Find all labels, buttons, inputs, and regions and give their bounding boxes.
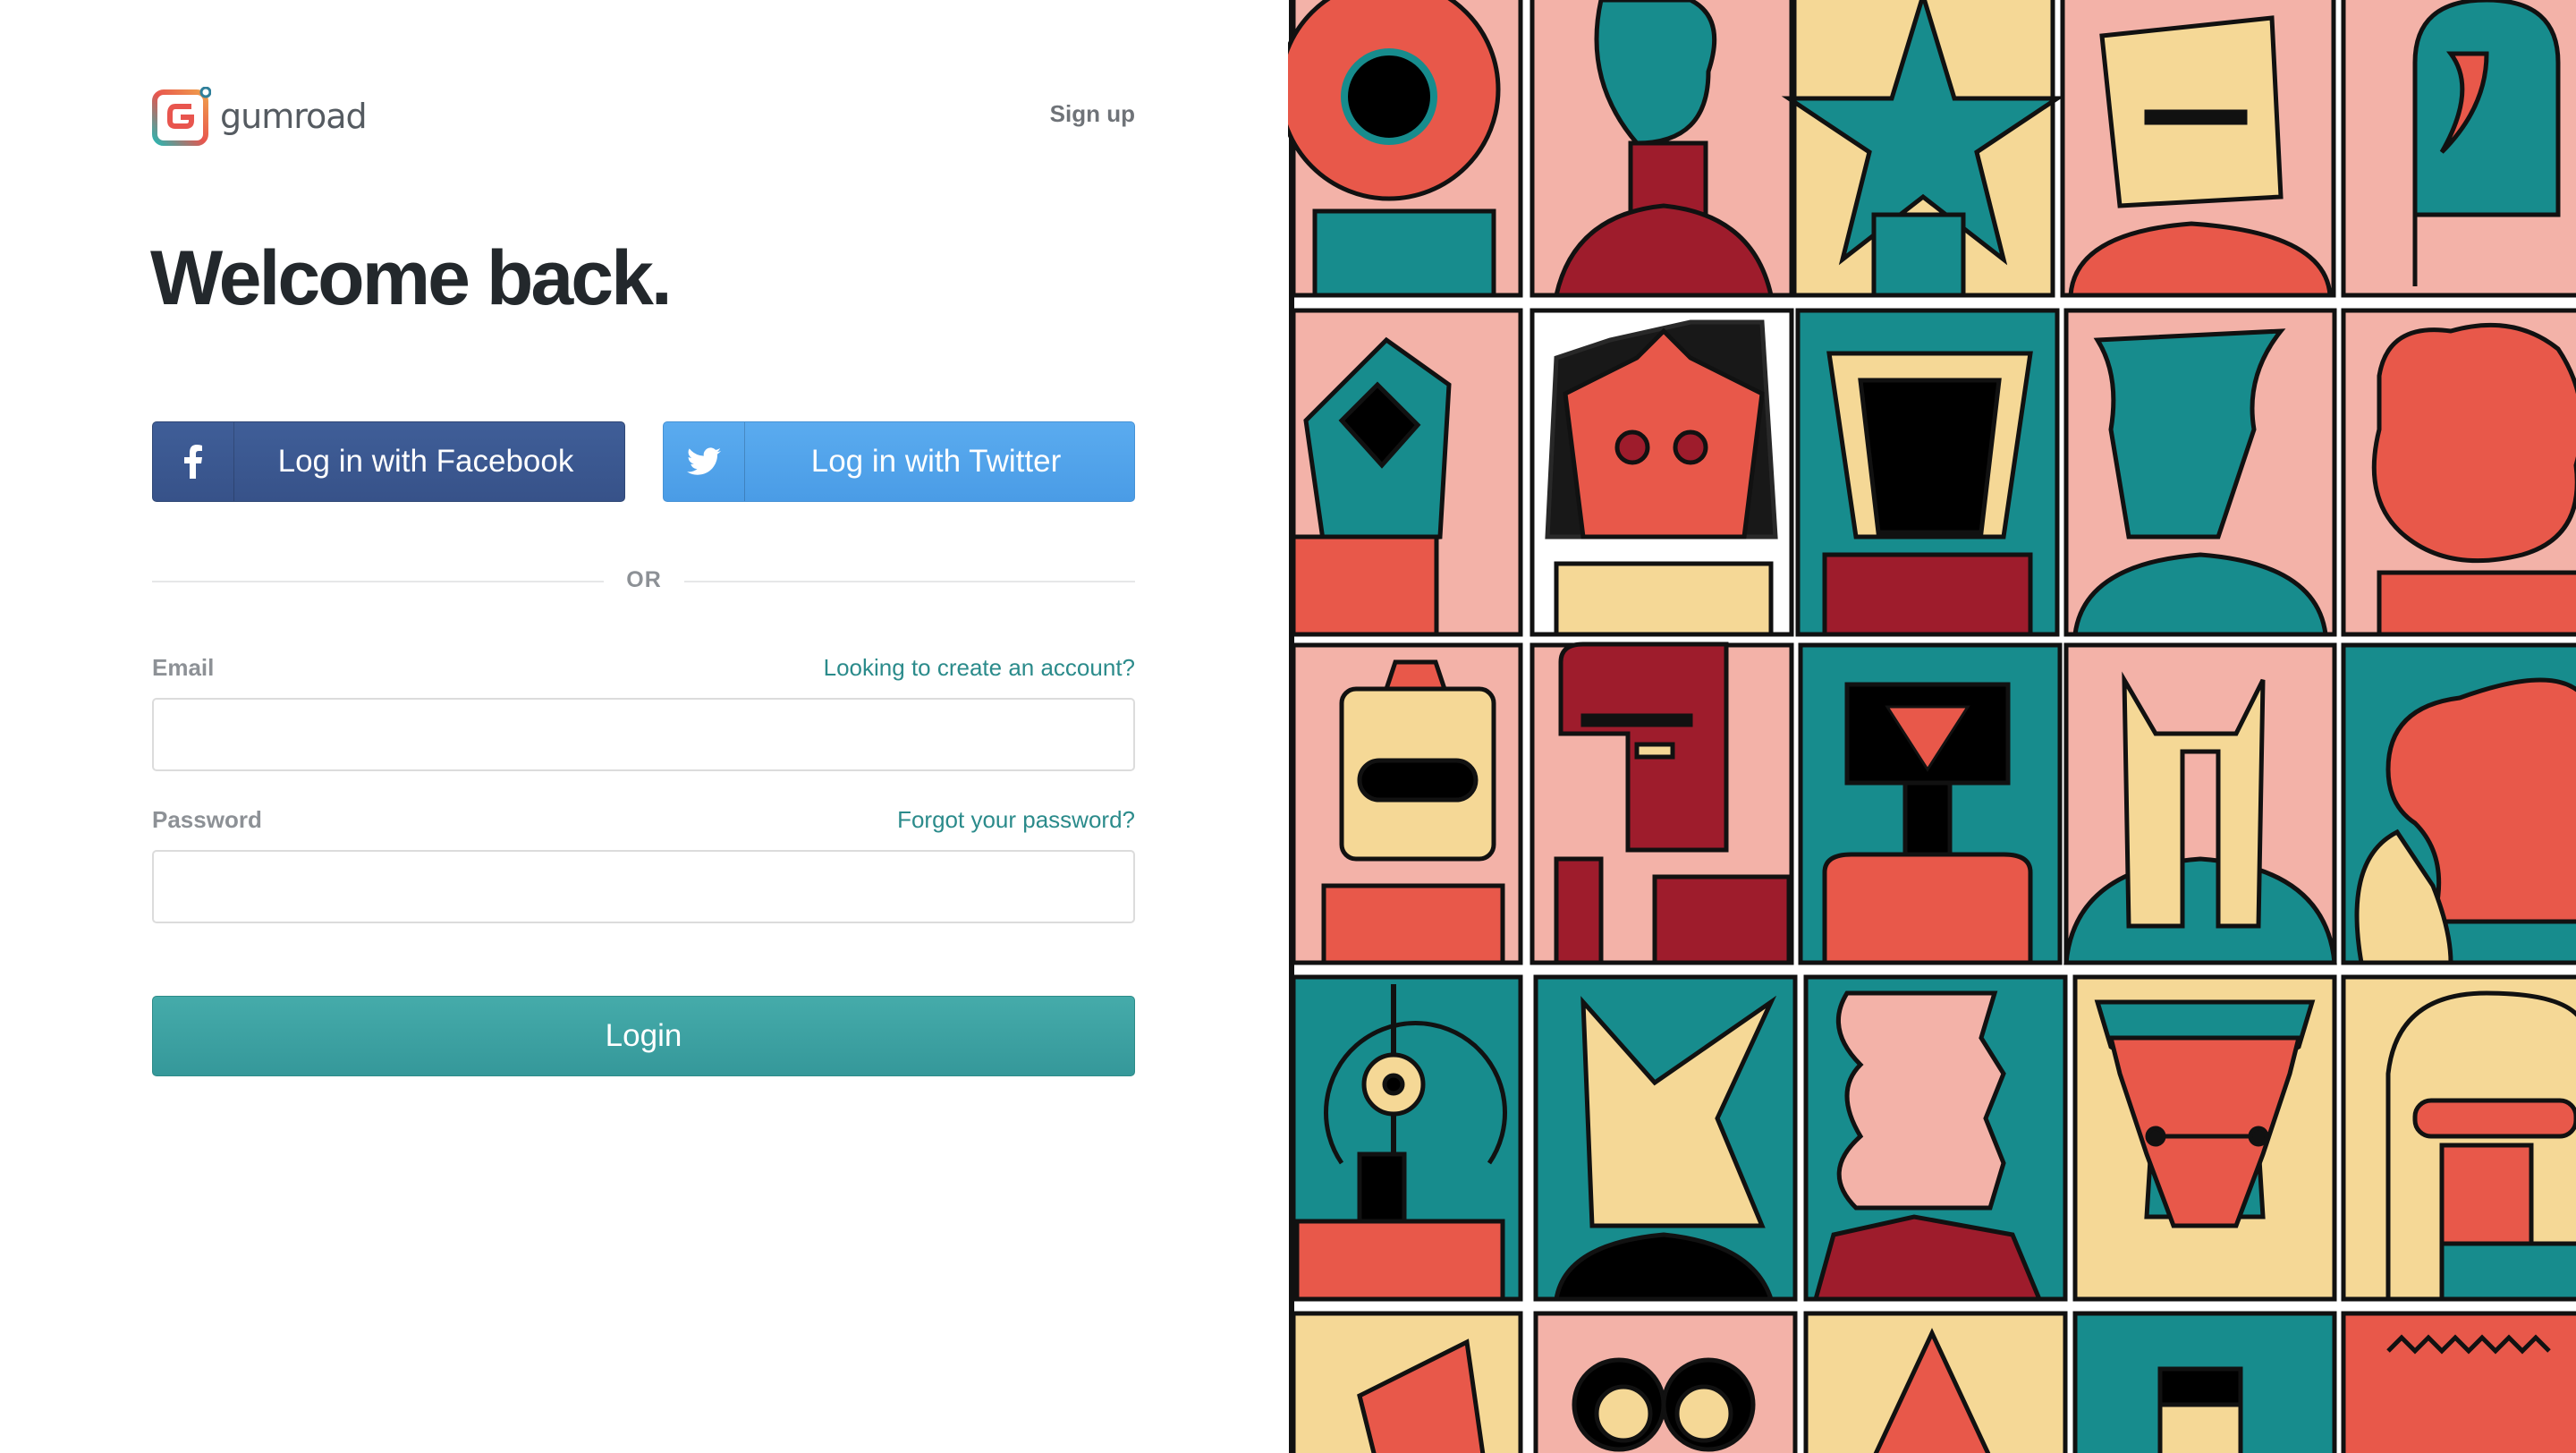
- password-label: Password: [152, 806, 262, 833]
- email-field[interactable]: [152, 698, 1135, 771]
- twitter-icon: [664, 422, 745, 501]
- facebook-login-button[interactable]: Log in with Facebook: [152, 421, 625, 502]
- gumroad-logo-icon: [152, 87, 211, 146]
- brand-name: gumroad: [220, 97, 368, 136]
- forgot-password-link[interactable]: Forgot your password?: [897, 806, 1135, 834]
- gumroad-logo[interactable]: gumroad: [152, 85, 368, 148]
- divider-left: [152, 581, 604, 582]
- divider-right: [684, 581, 1135, 582]
- login-panel: gumroad Sign up Welcome back. Log in wit…: [0, 0, 1288, 1453]
- page-title: Welcome back.: [150, 235, 673, 321]
- twitter-button-label: Log in with Twitter: [810, 444, 1062, 479]
- create-account-link[interactable]: Looking to create an account?: [824, 654, 1135, 682]
- twitter-login-button[interactable]: Log in with Twitter: [663, 421, 1135, 502]
- login-button[interactable]: Login: [152, 996, 1135, 1076]
- facebook-icon: [153, 422, 234, 501]
- illustration-panel: [1288, 0, 2576, 1453]
- divider-or: OR: [626, 567, 662, 592]
- email-label: Email: [152, 654, 215, 681]
- signup-link[interactable]: Sign up: [1050, 100, 1135, 128]
- facebook-button-label: Log in with Facebook: [277, 444, 574, 479]
- password-field[interactable]: [152, 850, 1135, 923]
- illustrated-portraits-grid: [1288, 0, 2576, 1453]
